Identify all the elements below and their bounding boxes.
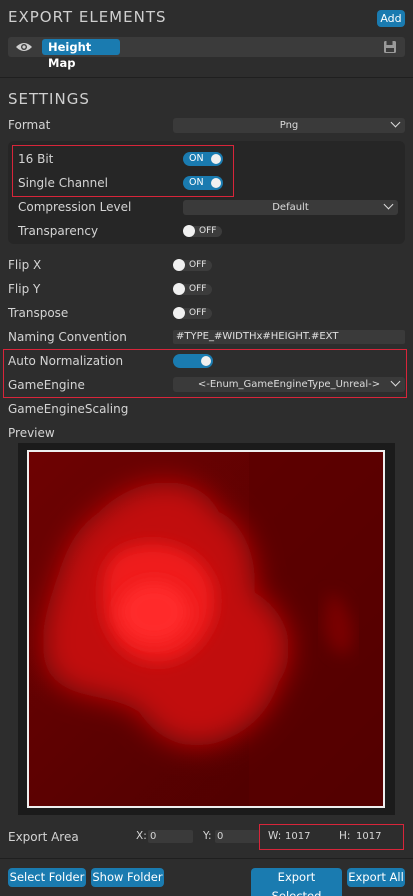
flipx-label: Flip X	[8, 258, 42, 272]
toggle-knob	[211, 178, 221, 188]
export-elements-title: EXPORT ELEMENTS	[8, 8, 167, 26]
auto-normalization-toggle[interactable]	[173, 354, 213, 368]
y-input[interactable]: 0	[215, 830, 260, 843]
height-map-image	[29, 452, 383, 806]
transparency-label: Transparency	[18, 224, 99, 238]
add-button[interactable]: Add	[377, 10, 405, 27]
export-element-row[interactable]: Height Map	[8, 37, 405, 70]
transpose-state: OFF	[181, 308, 212, 319]
toggle-knob	[201, 356, 211, 366]
chevron-down-icon	[390, 376, 401, 387]
transparency-toggle[interactable]: OFF	[183, 224, 223, 238]
preview-label: Preview	[8, 426, 55, 440]
divider	[0, 77, 413, 78]
export-selected-button[interactable]: Export Selected	[251, 868, 342, 896]
select-folder-button[interactable]: Select Folder	[8, 868, 86, 887]
flipy-state: OFF	[181, 284, 212, 295]
single-channel-state: ON	[189, 177, 204, 188]
flipx-state: OFF	[181, 260, 212, 271]
compression-label: Compression Level	[18, 200, 132, 214]
transpose-label: Transpose	[8, 306, 69, 320]
compression-select[interactable]: Default	[183, 199, 398, 215]
divider	[0, 858, 413, 859]
export-area-label: Export Area	[8, 830, 79, 844]
toggle-knob	[173, 259, 185, 271]
game-engine-value: <-Enum_GameEngineType_Unreal->	[197, 379, 381, 390]
w-label: W:	[268, 830, 282, 842]
save-icon[interactable]	[383, 40, 397, 54]
flipx-toggle[interactable]: OFF	[173, 258, 213, 272]
single-channel-label: Single Channel	[18, 176, 108, 190]
bit16-state: ON	[189, 153, 204, 164]
game-engine-select[interactable]: <-Enum_GameEngineType_Unreal->	[173, 376, 405, 392]
height-map-chip[interactable]: Height Map	[42, 39, 120, 70]
toggle-knob	[173, 283, 185, 295]
show-folder-button[interactable]: Show Folder	[91, 868, 164, 887]
toggle-knob	[173, 307, 185, 319]
y-label: Y:	[203, 830, 212, 842]
chevron-down-icon	[390, 117, 401, 128]
flipy-label: Flip Y	[8, 282, 41, 296]
eye-icon[interactable]	[15, 41, 33, 53]
naming-convention-input[interactable]: #TYPE_#WIDTHx#HEIGHT.#EXT	[173, 330, 405, 344]
format-label: Format	[8, 118, 51, 132]
game-engine-label: GameEngine	[8, 378, 85, 392]
format-select[interactable]: Png	[173, 117, 405, 133]
compression-value: Default	[272, 202, 309, 213]
export-all-button[interactable]: Export All	[347, 868, 405, 887]
auto-normalization-label: Auto Normalization	[8, 354, 124, 368]
w-input[interactable]: 1017	[283, 830, 333, 843]
preview-panel	[18, 443, 395, 815]
bit16-label: 16 Bit	[18, 152, 54, 166]
transpose-toggle[interactable]: OFF	[173, 306, 213, 320]
h-label: H:	[339, 830, 351, 842]
flipy-toggle[interactable]: OFF	[173, 282, 213, 296]
settings-title: SETTINGS	[8, 90, 90, 108]
naming-convention-label: Naming Convention	[8, 330, 127, 344]
h-input[interactable]: 1017	[354, 830, 399, 843]
height-map-preview	[27, 450, 385, 808]
format-value: Png	[279, 120, 299, 131]
chevron-down-icon	[383, 199, 394, 210]
game-engine-scaling-label: GameEngineScaling	[8, 402, 129, 416]
bit16-toggle[interactable]: ON	[183, 152, 223, 166]
transparency-state: OFF	[191, 226, 222, 237]
toggle-knob	[211, 154, 221, 164]
toggle-knob	[183, 225, 195, 237]
x-input[interactable]: 0	[148, 830, 193, 843]
single-channel-toggle[interactable]: ON	[183, 176, 223, 190]
x-label: X:	[136, 830, 147, 842]
